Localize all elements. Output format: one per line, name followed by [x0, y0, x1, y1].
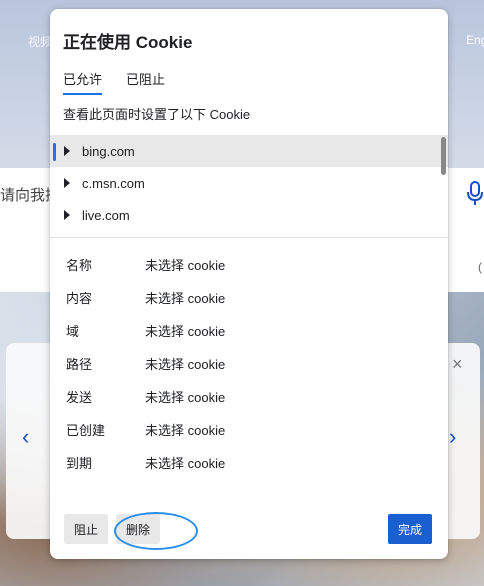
background-small-text: ( — [478, 260, 482, 274]
block-button[interactable]: 阻止 — [64, 514, 108, 544]
prop-row-expires: 到期 未选择 cookie — [66, 453, 426, 486]
prop-label: 到期 — [66, 456, 93, 471]
cookies-dialog: 正在使用 Cookie 已允许 已阻止 查看此页面时设置了以下 Cookie b… — [50, 9, 448, 559]
tab-allowed[interactable]: 已允许 — [63, 69, 103, 95]
divider — [50, 237, 448, 238]
prop-value: 未选择 cookie — [145, 456, 226, 471]
domain-label: live.com — [82, 207, 130, 223]
prop-value: 未选择 cookie — [145, 390, 226, 405]
cookie-domain-list: bing.com c.msn.com live.com — [50, 135, 448, 237]
delete-button[interactable]: 删除 — [116, 514, 160, 544]
done-button[interactable]: 完成 — [388, 514, 432, 544]
expand-triangle-icon[interactable] — [64, 210, 70, 220]
prop-row-created: 已创建 未选择 cookie — [66, 420, 426, 453]
nav-video-link[interactable]: 视频 — [28, 33, 52, 50]
expand-triangle-icon[interactable] — [64, 146, 70, 156]
prop-row-domain: 域 未选择 cookie — [66, 321, 426, 354]
prop-row-name: 名称 未选择 cookie — [66, 255, 426, 288]
prop-value: 未选择 cookie — [145, 423, 226, 438]
prop-row-path: 路径 未选择 cookie — [66, 354, 426, 387]
dialog-description: 查看此页面时设置了以下 Cookie — [63, 107, 251, 122]
prop-label: 发送 — [66, 390, 93, 405]
prop-label: 已创建 — [66, 423, 106, 438]
domain-item-live[interactable]: live.com — [50, 199, 448, 231]
dialog-title: 正在使用 Cookie — [63, 33, 193, 52]
prop-value: 未选择 cookie — [145, 291, 226, 306]
prop-label: 路径 — [66, 357, 93, 372]
domain-item-bing[interactable]: bing.com — [50, 135, 448, 167]
expand-triangle-icon[interactable] — [64, 178, 70, 188]
prop-row-send: 发送 未选择 cookie — [66, 387, 426, 420]
prop-label: 名称 — [66, 258, 93, 273]
prop-row-content: 内容 未选择 cookie — [66, 288, 426, 321]
carousel-next-icon[interactable]: › — [449, 424, 456, 450]
prop-value: 未选择 cookie — [145, 324, 226, 339]
microphone-icon[interactable] — [466, 180, 484, 208]
cookie-tabs: 已允许 已阻止 — [63, 69, 189, 95]
domain-list-scrollbar[interactable] — [441, 137, 446, 175]
prop-value: 未选择 cookie — [145, 357, 226, 372]
carousel-prev-icon[interactable]: ‹ — [22, 424, 29, 450]
domain-item-msn[interactable]: c.msn.com — [50, 167, 448, 199]
prop-label: 域 — [66, 324, 80, 339]
prop-value: 未选择 cookie — [145, 258, 226, 273]
nav-language-link[interactable]: Eng — [466, 33, 484, 47]
domain-label: bing.com — [82, 143, 135, 159]
card-close-icon[interactable]: × — [452, 354, 463, 375]
prop-label: 内容 — [66, 291, 93, 306]
tab-blocked[interactable]: 已阻止 — [126, 69, 165, 95]
cookie-properties: 名称 未选择 cookie 内容 未选择 cookie 域 未选择 cookie… — [66, 255, 426, 486]
domain-label: c.msn.com — [82, 175, 145, 191]
